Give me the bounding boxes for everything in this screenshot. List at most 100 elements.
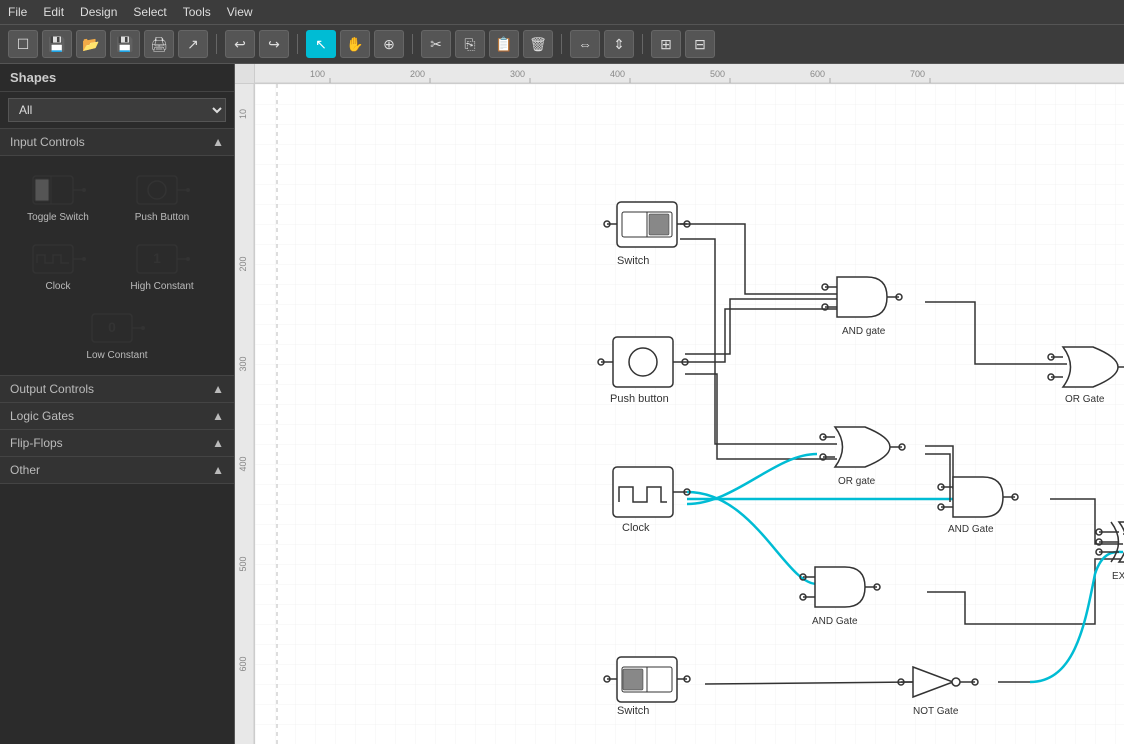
shape-low-constant[interactable]: 0 Low Constant — [8, 302, 226, 367]
shape-clock[interactable]: Clock — [8, 233, 108, 298]
menu-view[interactable]: View — [227, 5, 253, 19]
switch1-component[interactable] — [604, 202, 690, 247]
svg-text:300: 300 — [510, 69, 525, 79]
ruler-top-row: 100 200 300 400 500 600 700 — [235, 64, 1124, 84]
section-header-input-controls[interactable]: Input Controls ▲ — [0, 129, 234, 156]
section-label-other: Other — [10, 463, 40, 477]
section-header-other[interactable]: Other ▲ — [0, 457, 234, 484]
menu-design[interactable]: Design — [80, 5, 117, 19]
separator-2 — [297, 34, 298, 54]
shape-push-button[interactable]: Push Button — [112, 164, 212, 229]
push-button-label: Push Button — [135, 212, 189, 223]
and2-label: AND Gate — [948, 524, 994, 535]
section-header-flip-flops[interactable]: Flip-Flops ▲ — [0, 430, 234, 457]
sidebar: Shapes All Input Controls Output Control… — [0, 64, 235, 744]
canvas-area[interactable]: Switch Push button — [255, 84, 1124, 744]
or1-label: OR gate — [838, 476, 876, 487]
section-label-input-controls: Input Controls — [10, 135, 85, 149]
undo-button[interactable]: ↩ — [225, 30, 255, 58]
export-button[interactable]: ↗ — [178, 30, 208, 58]
separator-1 — [216, 34, 217, 54]
new-button[interactable]: ☐ — [8, 30, 38, 58]
canvas-container[interactable]: 100 200 300 400 500 600 700 10 200 300 4… — [235, 64, 1124, 744]
ruler-top: 100 200 300 400 500 600 700 — [255, 64, 1124, 84]
select-tool-button[interactable]: ↖ — [306, 30, 336, 58]
and1-label: AND gate — [842, 326, 886, 337]
high-constant-label: High Constant — [130, 281, 193, 292]
svg-text:0: 0 — [108, 319, 116, 335]
svg-text:700: 700 — [910, 69, 925, 79]
save-button[interactable]: 💾 — [110, 30, 140, 58]
section-label-flip-flops: Flip-Flops — [10, 436, 63, 450]
delete-button[interactable]: 🗑 — [523, 30, 553, 58]
svg-text:100: 100 — [310, 69, 325, 79]
push-button-icon — [132, 170, 192, 210]
chevron-up-icon-5: ▲ — [212, 463, 224, 477]
menu-tools[interactable]: Tools — [183, 5, 211, 19]
not-label: NOT Gate — [913, 706, 959, 717]
paste-button[interactable]: 📋 — [489, 30, 519, 58]
flip-h-button[interactable]: ⇔ — [570, 30, 600, 58]
pushbtn1-label: Push button — [610, 393, 669, 405]
high-constant-icon: 1 — [132, 239, 192, 279]
svg-text:400: 400 — [238, 456, 248, 471]
circuit-canvas[interactable]: Switch Push button — [255, 84, 1124, 744]
hand-tool-button[interactable]: ✋ — [340, 30, 370, 58]
section-content-input-controls: Toggle Switch Push Button — [0, 156, 234, 376]
switch2-label: Switch — [617, 705, 649, 717]
group-button[interactable]: ⊞ — [651, 30, 681, 58]
toggle-switch-label: Toggle Switch — [27, 212, 89, 223]
and3-label: AND Gate — [812, 616, 858, 627]
low-constant-icon: 0 — [87, 308, 147, 348]
switch2-component[interactable] — [604, 657, 690, 702]
clock1-label: Clock — [622, 522, 650, 534]
svg-text:500: 500 — [710, 69, 725, 79]
svg-text:500: 500 — [238, 556, 248, 571]
shape-toggle-switch[interactable]: Toggle Switch — [8, 164, 108, 229]
svg-text:1: 1 — [153, 250, 161, 266]
clock-icon — [28, 239, 88, 279]
print-button[interactable]: 🖨 — [144, 30, 174, 58]
zoom-tool-button[interactable]: ⊕ — [374, 30, 404, 58]
flip-v-button[interactable]: ⇕ — [604, 30, 634, 58]
menu-file[interactable]: File — [8, 5, 27, 19]
separator-3 — [412, 34, 413, 54]
switch1-label: Switch — [617, 255, 649, 267]
copy-button[interactable]: ⎘ — [455, 30, 485, 58]
toggle-switch-icon — [28, 170, 88, 210]
svg-text:10: 10 — [238, 109, 248, 119]
section-header-output-controls[interactable]: Output Controls ▲ — [0, 376, 234, 403]
redo-button[interactable]: ↪ — [259, 30, 289, 58]
toolbar: ☐ 💾 📂 💾 🖨 ↗ ↩ ↪ ↖ ✋ ⊕ ✂ ⎘ 📋 🗑 ⇔ ⇕ ⊞ ⊟ — [0, 24, 1124, 64]
ungroup-button[interactable]: ⊟ — [685, 30, 715, 58]
or2-label: OR Gate — [1065, 394, 1105, 405]
menu-bar: File Edit Design Select Tools View — [0, 0, 1124, 24]
svg-text:300: 300 — [238, 356, 248, 371]
low-constant-label: Low Constant — [86, 350, 147, 361]
svg-text:200: 200 — [238, 256, 248, 271]
separator-5 — [642, 34, 643, 54]
shape-high-constant[interactable]: 1 High Constant — [112, 233, 212, 298]
svg-text:600: 600 — [810, 69, 825, 79]
svg-text:400: 400 — [610, 69, 625, 79]
ruler-corner — [235, 64, 255, 84]
chevron-up-icon: ▲ — [212, 135, 224, 149]
exor-label: EXOR Gate — [1112, 571, 1124, 582]
section-header-logic-gates[interactable]: Logic Gates ▲ — [0, 403, 234, 430]
svg-text:600: 600 — [238, 656, 248, 671]
shapes-panel-header: Shapes — [0, 64, 234, 92]
open-button[interactable]: 📂 — [76, 30, 106, 58]
main-area: Shapes All Input Controls Output Control… — [0, 64, 1124, 744]
shapes-filter-select[interactable]: All Input Controls Output Controls Logic… — [8, 98, 226, 122]
section-label-logic-gates: Logic Gates — [10, 409, 74, 423]
cut-button[interactable]: ✂ — [421, 30, 451, 58]
section-label-output-controls: Output Controls — [10, 382, 94, 396]
menu-edit[interactable]: Edit — [43, 5, 64, 19]
clock-label: Clock — [45, 281, 70, 292]
chevron-up-icon-3: ▲ — [212, 409, 224, 423]
chevron-up-icon-2: ▲ — [212, 382, 224, 396]
ruler-left: 10 200 300 400 500 600 — [235, 84, 255, 744]
menu-select[interactable]: Select — [133, 5, 166, 19]
save-dropdown-button[interactable]: 💾 — [42, 30, 72, 58]
separator-4 — [561, 34, 562, 54]
